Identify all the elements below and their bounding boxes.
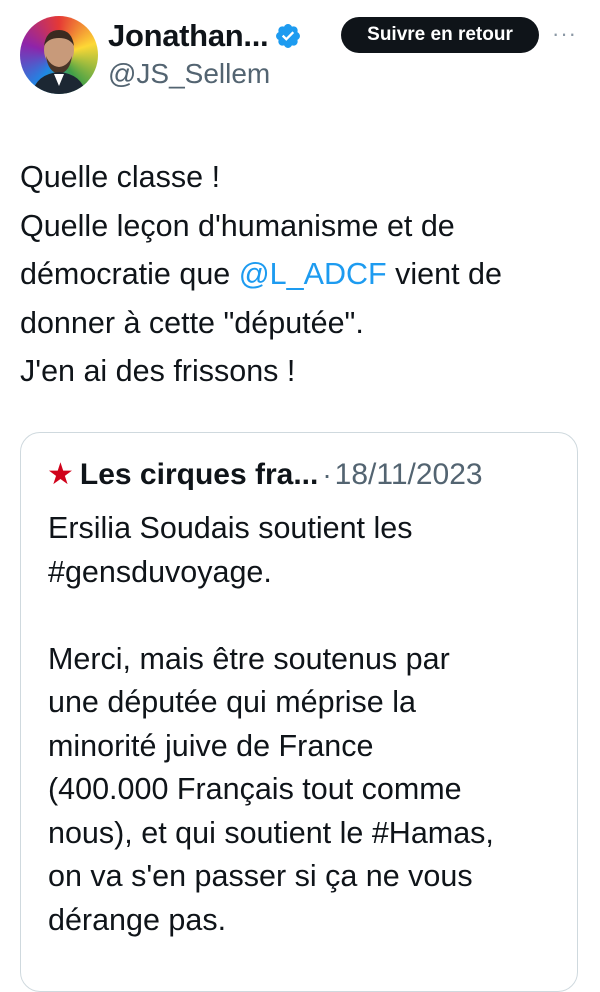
red-star-icon: ★ (47, 458, 74, 491)
quote-line (48, 594, 568, 638)
quote-line: on va s'en passer si ça ne vous (48, 859, 473, 893)
author-handle[interactable]: @JS_Sellem (108, 58, 270, 90)
quote-line: nous), et qui soutient le #Hamas, (48, 815, 494, 850)
more-icon[interactable]: ··· (552, 22, 580, 46)
follow-back-button[interactable]: Suivre en retour (341, 17, 539, 53)
quoted-tweet-header: ★ Les cirques fra... · 18/11/2023 (47, 455, 483, 495)
quoted-tweet-text: Ersilia Soudais soutient les #gensduvoya… (48, 507, 568, 942)
tweet-line-text: démocratie que (20, 257, 239, 291)
tweet-header: Jonathan... @JS_Sellem Suivre en retour … (0, 0, 600, 110)
quote-line: une députée qui méprise la (48, 685, 416, 719)
quote-line: Merci, mais être soutenus par (48, 641, 450, 676)
profile-photo (32, 30, 86, 94)
tweet-line: J'en ai des frissons ! (20, 354, 296, 388)
quoted-tweet-date: 18/11/2023 (334, 458, 483, 491)
quoted-author-name[interactable]: Les cirques fra... (80, 458, 318, 492)
tweet-line: donner à cette "députée". (20, 305, 364, 340)
quote-line: dérange pas. (48, 902, 227, 937)
tweet-line: Quelle leçon d'humanisme et de (20, 208, 455, 243)
avatar[interactable] (20, 16, 98, 94)
quoted-tweet-card[interactable]: ★ Les cirques fra... · 18/11/2023 Ersili… (20, 432, 578, 992)
tweet-text: Quelle classe ! Quelle leçon d'humanisme… (20, 153, 586, 396)
quote-line: minorité juive de France (48, 728, 374, 763)
quote-line: #gensduvoyage. (48, 554, 272, 589)
mention-link[interactable]: @L_ADCF (239, 257, 387, 291)
verified-badge-icon (276, 24, 301, 48)
quote-line: (400.000 Français tout comme (48, 772, 462, 806)
quote-line: Ersilia Soudais soutient les (48, 511, 413, 545)
tweet-line-text: vient de (386, 257, 502, 291)
separator-dot: · (322, 459, 332, 490)
tweet-line: Quelle classe ! (20, 160, 221, 194)
author-display-name[interactable]: Jonathan... (108, 18, 269, 54)
tweet-line: démocratie que @L_ADCF vient de (20, 250, 586, 299)
